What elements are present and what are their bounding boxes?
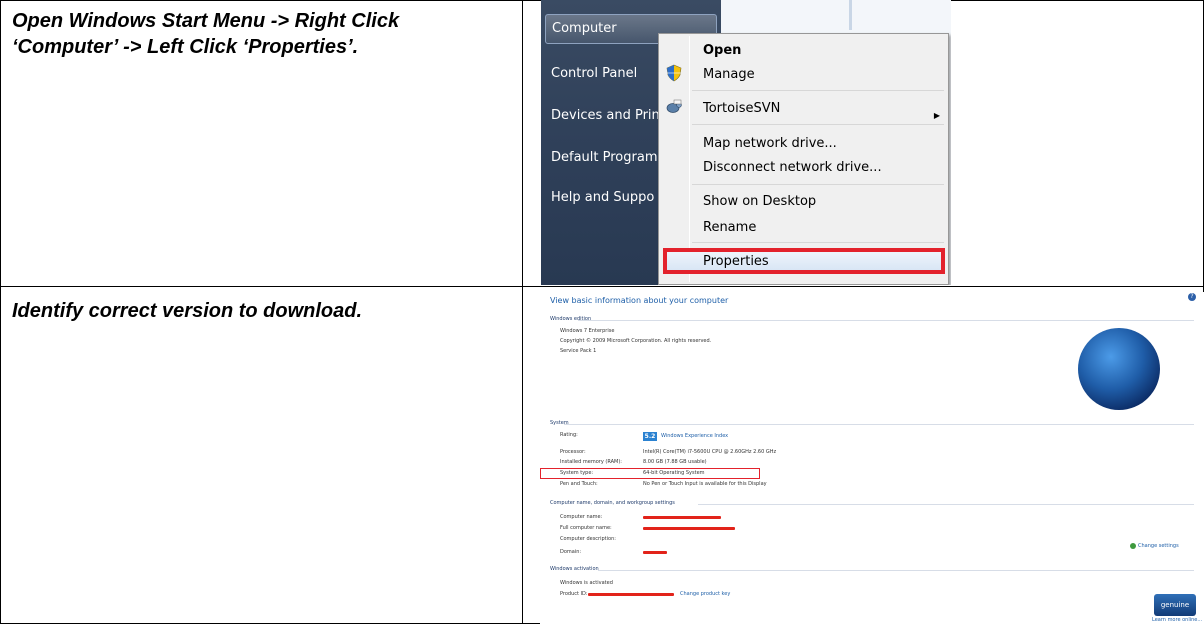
redaction-mark [643,551,667,554]
system-properties-screenshot: View basic information about your comput… [540,292,1204,624]
redaction-mark [643,516,721,519]
context-menu-icon-gutter [689,36,690,282]
windows-edition-value: Windows 7 Enterprise [560,328,615,334]
rating-label: Rating: [560,432,578,438]
start-item-control-panel[interactable]: Control Panel [551,63,637,85]
memory-label: Installed memory (RAM): [560,459,622,465]
window-edge [849,0,852,30]
pen-touch-value: No Pen or Touch Input is available for t… [643,481,767,487]
context-menu: Open Manage TortoiseSVN ▶ Map network dr… [658,33,949,285]
processor-value: Intel(R) Core(TM) i7-5600U CPU @ 2.60GHz… [643,449,777,455]
learn-more-link[interactable]: Learn more online... [1152,617,1202,624]
menu-item-open[interactable]: Open [703,41,741,61]
menu-separator [692,242,944,243]
tortoisesvn-icon [666,99,682,113]
genuine-microsoft-badge: genuine [1154,594,1196,616]
menu-separator [692,124,944,125]
section-rule [698,504,1194,505]
table-column-divider [522,0,523,624]
section-rule [578,320,1194,321]
system-type-value: 64-bit Operating System [643,470,705,476]
redaction-mark [643,527,735,530]
menu-item-tortoisesvn[interactable]: TortoiseSVN [703,99,780,119]
menu-separator [692,90,944,91]
start-item-default-programs[interactable]: Default Program [551,147,657,169]
section-rule [564,424,1194,425]
section-heading-computer-name: Computer name, domain, and workgroup set… [550,500,675,506]
change-settings-link[interactable]: Change settings [1138,543,1179,550]
menu-item-manage[interactable]: Manage [703,65,755,85]
menu-item-disconnect-network-drive[interactable]: Disconnect network drive... [703,158,882,178]
menu-item-rename[interactable]: Rename [703,218,756,238]
wei-link[interactable]: Windows Experience Index [661,433,728,440]
change-settings-shield-icon [1130,543,1136,549]
instruction-step-1: Open Windows Start Menu -> Right Click ‘… [12,10,400,58]
windows-logo [1078,328,1160,410]
domain-label: Domain: [560,549,582,555]
service-pack-value: Service Pack 1 [560,348,597,354]
activation-status: Windows is activated [560,580,613,586]
start-item-help-and-support[interactable]: Help and Suppo [551,187,654,209]
memory-value: 8.00 GB (7.88 GB usable) [643,459,707,465]
system-type-label: System type: [560,470,594,476]
table-border-left [0,0,1,624]
submenu-arrow-icon: ▶ [933,111,940,120]
computer-description-label: Computer description: [560,536,616,542]
change-product-key-link[interactable]: Change product key [680,591,730,598]
help-icon[interactable]: ? [1188,293,1196,301]
copyright-text: Copyright © 2009 Microsoft Corporation. … [560,338,712,344]
page-title: View basic information about your comput… [550,296,729,305]
product-id-label: Product ID: [560,591,588,597]
instruction-step-2: Identify correct version to download. [12,300,363,322]
instruction-table: Open Windows Start Menu -> Right Click ‘… [0,0,1204,624]
section-rule [598,570,1194,571]
redaction-mark [588,593,674,596]
table-row-divider [0,286,1204,287]
menu-item-show-on-desktop[interactable]: Show on Desktop [703,192,816,212]
processor-label: Processor: [560,449,586,455]
uac-shield-icon [666,64,682,82]
menu-separator [692,184,944,185]
full-computer-name-label: Full computer name: [560,525,612,531]
computer-name-label: Computer name: [560,514,603,520]
start-item-devices-and-printers[interactable]: Devices and Prin [551,105,660,127]
start-menu-screenshot: Computer Control Panel Devices and Prin … [541,0,951,285]
wei-score-badge: 5.2 [643,432,657,441]
section-heading-windows-activation: Windows activation [550,566,599,572]
pen-touch-label: Pen and Touch: [560,481,598,487]
menu-item-map-network-drive[interactable]: Map network drive... [703,134,837,154]
menu-item-properties[interactable]: Properties [703,252,769,272]
